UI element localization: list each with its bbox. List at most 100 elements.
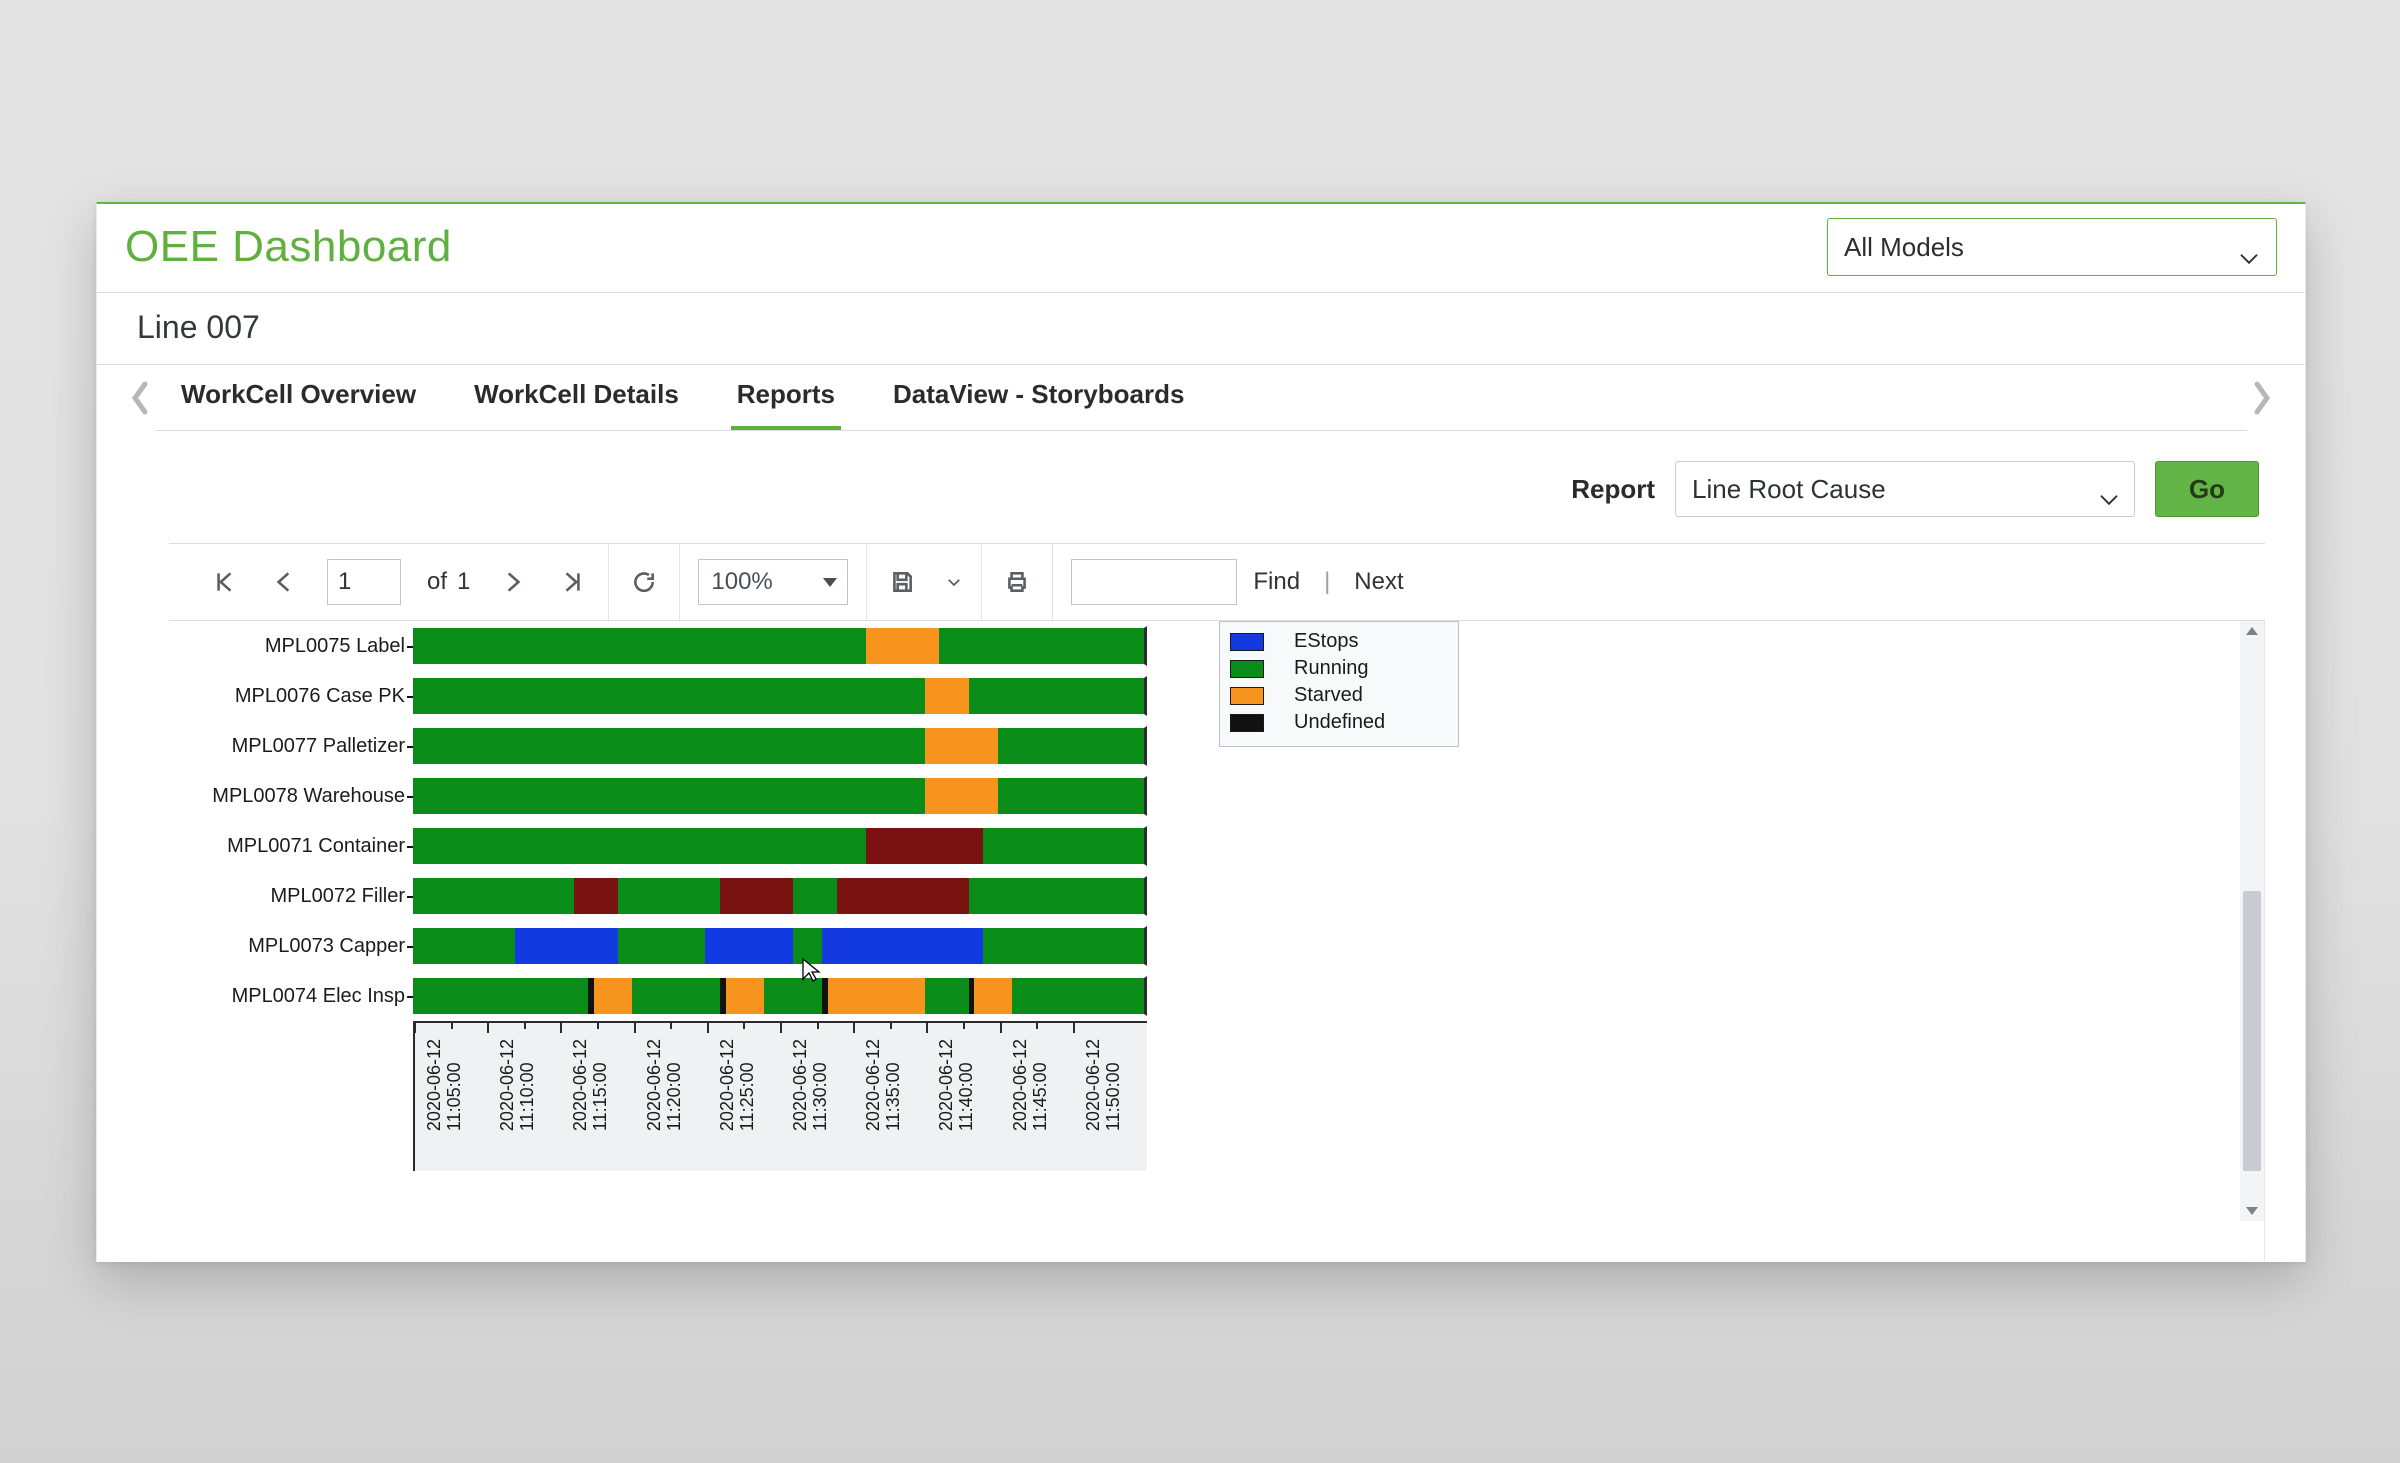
gantt-row: MPL0075 Label — [169, 621, 1169, 671]
prev-page-icon[interactable] — [267, 565, 301, 599]
tab-workcell-overview[interactable]: WorkCell Overview — [175, 365, 422, 430]
gantt-segment[interactable] — [828, 978, 924, 1014]
gantt-segment[interactable] — [413, 878, 574, 914]
tick-minor — [817, 1023, 819, 1029]
gantt-segment[interactable] — [822, 928, 983, 964]
legend-item: Running — [1230, 655, 1448, 682]
tab-workcell-details[interactable]: WorkCell Details — [468, 365, 685, 430]
gantt-track[interactable] — [413, 926, 1147, 966]
gantt-track[interactable] — [413, 876, 1147, 916]
gantt-track[interactable] — [413, 676, 1147, 716]
tick-minor — [524, 1023, 526, 1029]
gantt-segment[interactable] — [969, 678, 1144, 714]
gantt-segment[interactable] — [925, 778, 998, 814]
gantt-segment[interactable] — [413, 928, 515, 964]
gantt-segment[interactable] — [793, 878, 837, 914]
gantt-segment[interactable] — [618, 878, 720, 914]
gantt-segment[interactable] — [866, 828, 983, 864]
app-window: OEE Dashboard All Models Line 007 WorkCe… — [96, 202, 2306, 1262]
gantt-row: MPL0078 Warehouse — [169, 771, 1169, 821]
gantt-segment[interactable] — [974, 978, 1012, 1014]
last-page-icon[interactable] — [556, 565, 590, 599]
gantt-segment[interactable] — [925, 978, 969, 1014]
gantt-track[interactable] — [413, 826, 1147, 866]
gantt-segment[interactable] — [705, 928, 793, 964]
report-select-value: Line Root Cause — [1692, 474, 1886, 505]
viewer-toolbar: of 1 100% — [169, 543, 2265, 621]
gantt-row-label: MPL0072 Filler — [169, 885, 413, 908]
gantt-segment[interactable] — [983, 928, 1144, 964]
gantt-segment[interactable] — [594, 978, 632, 1014]
gantt-segment[interactable] — [998, 778, 1144, 814]
gantt-segment[interactable] — [413, 678, 925, 714]
gantt-segment[interactable] — [515, 928, 617, 964]
legend: EStopsRunningStarvedUndefined — [1219, 621, 1459, 747]
print-group — [982, 544, 1053, 620]
gantt-segment[interactable] — [983, 828, 1144, 864]
gantt-segment[interactable] — [618, 928, 706, 964]
print-icon[interactable] — [1000, 565, 1034, 599]
tab-scroll-left-icon[interactable] — [125, 365, 155, 431]
separator: | — [1316, 568, 1338, 596]
report-area: MPL0075 LabelMPL0076 Case PKMPL0077 Pall… — [169, 621, 2265, 1261]
gantt-segment[interactable] — [720, 878, 793, 914]
tick-minor — [451, 1023, 453, 1029]
gantt-segment[interactable] — [413, 978, 588, 1014]
gantt-track[interactable] — [413, 776, 1147, 816]
gantt-segment[interactable] — [413, 628, 866, 664]
gantt-segment[interactable] — [574, 878, 618, 914]
report-label: Report — [1571, 474, 1655, 505]
scroll-up-icon[interactable] — [2240, 621, 2264, 641]
tick-label: 2020-06-1211:30:00 — [791, 1039, 831, 1131]
gantt-segment[interactable] — [925, 678, 969, 714]
gantt-segment[interactable] — [413, 778, 925, 814]
page-nav-group: of 1 — [189, 544, 609, 620]
legend-item: Starved — [1230, 682, 1448, 709]
gantt-segment[interactable] — [726, 978, 764, 1014]
vertical-scrollbar[interactable] — [2240, 621, 2264, 1221]
save-icon[interactable] — [885, 565, 919, 599]
find-next-button[interactable]: Next — [1354, 568, 1403, 596]
gantt-track[interactable] — [413, 626, 1147, 666]
go-button[interactable]: Go — [2155, 461, 2259, 517]
find-button[interactable]: Find — [1253, 568, 1300, 596]
scroll-thumb[interactable] — [2243, 891, 2261, 1171]
gantt-track[interactable] — [413, 726, 1147, 766]
gantt-segment[interactable] — [413, 728, 925, 764]
tick-minor — [597, 1023, 599, 1029]
scroll-down-icon[interactable] — [2240, 1201, 2264, 1221]
gantt-chart: MPL0075 LabelMPL0076 Case PKMPL0077 Pall… — [169, 621, 1169, 1171]
tab-spacer — [1210, 365, 2247, 431]
tick — [414, 1023, 416, 1033]
gantt-segment[interactable] — [632, 978, 720, 1014]
legend-label: EStops — [1294, 630, 1358, 653]
tab-reports[interactable]: Reports — [731, 365, 841, 430]
gantt-segment[interactable] — [764, 978, 822, 1014]
gantt-segment[interactable] — [969, 878, 1144, 914]
zoom-select[interactable]: 100% — [698, 559, 848, 605]
model-select[interactable]: All Models — [1827, 218, 2277, 276]
gantt-segment[interactable] — [939, 628, 1144, 664]
page-input[interactable] — [327, 559, 401, 605]
gantt-row: MPL0074 Elec Insp — [169, 971, 1169, 1021]
gantt-segment[interactable] — [998, 728, 1144, 764]
page-title: OEE Dashboard — [125, 222, 452, 272]
report-select[interactable]: Line Root Cause — [1675, 461, 2135, 517]
gantt-segment[interactable] — [413, 828, 866, 864]
gantt-row-label: MPL0078 Warehouse — [169, 785, 413, 808]
tab-dataview-storyboards[interactable]: DataView - Storyboards — [887, 365, 1190, 430]
chevron-down-icon — [2240, 241, 2258, 272]
find-input[interactable] — [1071, 559, 1237, 605]
first-page-icon[interactable] — [207, 565, 241, 599]
save-chevron-down-icon[interactable] — [945, 565, 963, 599]
gantt-row: MPL0071 Container — [169, 821, 1169, 871]
gantt-segment[interactable] — [925, 728, 998, 764]
next-page-icon[interactable] — [496, 565, 530, 599]
gantt-segment[interactable] — [866, 628, 939, 664]
tab-scroll-right-icon[interactable] — [2247, 365, 2277, 431]
refresh-icon[interactable] — [627, 565, 661, 599]
gantt-segment[interactable] — [1012, 978, 1144, 1014]
gantt-track[interactable] — [413, 976, 1147, 1016]
legend-swatch — [1230, 660, 1264, 678]
gantt-segment[interactable] — [837, 878, 969, 914]
